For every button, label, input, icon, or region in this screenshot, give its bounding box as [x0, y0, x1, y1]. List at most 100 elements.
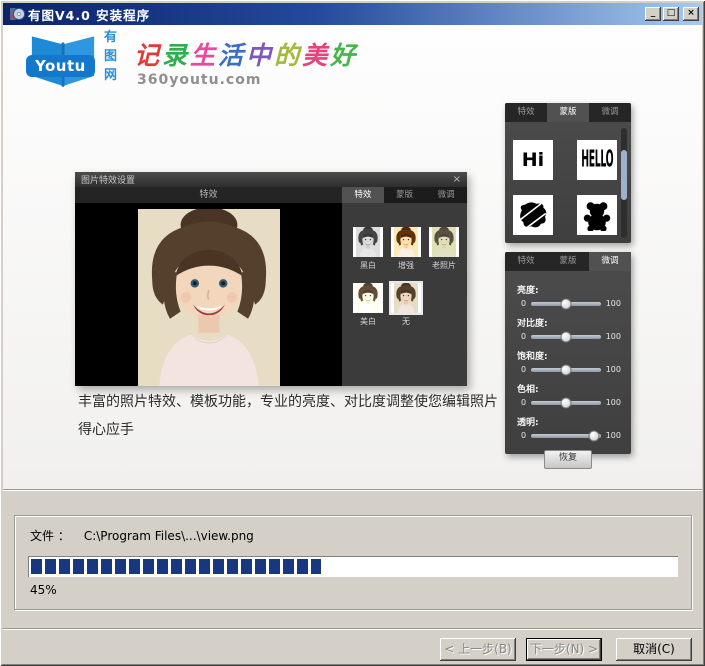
slogan-text: 记录生活中的美好 [134, 36, 358, 72]
close-button[interactable]: × [683, 7, 699, 21]
effect-preview [391, 283, 421, 313]
content-area: Youtu 有 图 网 记录生活中的美好 360youtu.com 图片特效设置… [3, 25, 702, 489]
adjust-panel-tabs: 特效 蒙版 微调 [505, 252, 631, 271]
slider-min: 0 [521, 431, 526, 440]
slider-max: 100 [606, 299, 621, 308]
slider-group-saturation: 饱和度: 0 100 [505, 349, 631, 374]
slider-max: 100 [606, 431, 621, 440]
slider-track [531, 434, 601, 438]
slider-max: 100 [606, 332, 621, 341]
window-titlebar: 有图V4.0 安装程序 _ □ × [3, 3, 702, 25]
slogan-char: 中 [246, 41, 274, 70]
slider-min: 0 [521, 365, 526, 374]
tab-masks: 蒙版 [384, 187, 426, 203]
effect-preview [429, 227, 459, 257]
scribble-icon [517, 199, 549, 231]
slider-track [531, 302, 601, 306]
header-logo: Youtu 有 图 网 记录生活中的美好 360youtu.com [30, 28, 330, 98]
tab-adjust: 微调 [425, 187, 467, 203]
tab-effects: 特效 [505, 252, 547, 271]
slogan-char: 的 [274, 41, 302, 70]
install-section: 文件 ：C:\Program Files\...\view.png 45% < … [3, 489, 702, 664]
sticker-tile-bear [577, 195, 617, 235]
mask-panel: 特效 蒙版 微调 Hi HELLO [505, 103, 631, 243]
effect-preview [353, 283, 383, 313]
effect-thumbnail: 黑白 [349, 227, 387, 271]
slider-label: 对比度: [517, 316, 631, 329]
tab-effects: 特效 [505, 103, 547, 122]
maximize-button[interactable]: □ [663, 7, 679, 21]
effect-thumbnail-label: 黑白 [349, 260, 387, 271]
mask-panel-tabs: 特效 蒙版 微调 [505, 103, 631, 122]
logo-wordmark: Youtu [26, 55, 95, 77]
app-icon [9, 6, 25, 22]
site-url: 360youtu.com [137, 72, 261, 88]
slogan-char: 生 [190, 41, 218, 70]
editor-tabs: 特效 蒙版 微调 [342, 187, 467, 203]
slider-thumb [560, 298, 571, 309]
progress-bar [28, 556, 678, 577]
editor-effects-panel: 黑白 增强 老照片 美白 [342, 203, 467, 386]
sticker-tile-scribble [513, 195, 553, 235]
slogan-char: 美 [302, 41, 330, 70]
slider-label: 亮度: [517, 283, 631, 296]
effect-thumbnail-label: 无 [387, 316, 425, 327]
slider-max: 100 [606, 365, 621, 374]
editor-title: 图片特效设置 [81, 173, 135, 186]
adjust-panel: 特效 蒙版 微调 亮度: 0 100 对比度: 0 [505, 252, 631, 454]
slider-max: 100 [606, 398, 621, 407]
progress-percent: 45% [30, 583, 57, 597]
section-divider [3, 628, 702, 629]
maximize-icon: □ [667, 8, 676, 18]
canvas-tab-header: 特效 [75, 187, 342, 203]
back-button[interactable]: < 上一步(B) [440, 638, 516, 661]
slider-label: 饱和度: [517, 349, 631, 362]
girl-photo [138, 209, 280, 386]
effect-preview [353, 227, 383, 257]
slogan-char: 活 [218, 41, 246, 70]
minimize-icon: _ [651, 8, 656, 18]
tab-masks: 蒙版 [547, 252, 589, 271]
slider-group-opacity: 透明: 0 100 [505, 415, 631, 440]
effect-thumbnail-label: 美白 [349, 316, 387, 327]
effect-thumbnail-label: 增强 [387, 260, 425, 271]
slider-group-hue: 色相: 0 100 [505, 382, 631, 407]
effect-thumbnail-selected: 无 [387, 283, 425, 327]
cancel-button[interactable]: 取消(C) [616, 638, 692, 661]
slider-label: 色相: [517, 382, 631, 395]
effect-thumbnail-label: 老照片 [425, 260, 463, 271]
feature-description: 丰富的照片特效、模板功能，专业的亮度、对比度调整使您编辑照片 得心应手 [78, 388, 508, 444]
tab-effects: 特效 [342, 187, 384, 203]
minimize-button[interactable]: _ [645, 7, 661, 21]
progress-groupbox: 文件 ：C:\Program Files\...\view.png 45% [14, 515, 692, 610]
close-icon: × [687, 8, 695, 18]
logo-vertical-text: 有 图 网 [104, 28, 117, 85]
next-button[interactable]: 下一步(N) > [526, 638, 602, 661]
sticker-tile-hi: Hi [513, 140, 553, 180]
window-title: 有图V4.0 安装程序 [28, 5, 150, 24]
tab-adjust: 微调 [589, 103, 631, 122]
slider-thumb [560, 331, 571, 342]
feature-screenshot-editor: 图片特效设置 × 特效 特效 蒙版 微调 [75, 172, 467, 386]
file-label: 文件 ： [30, 529, 70, 543]
editor-close-icon: × [453, 175, 461, 185]
slider-min: 0 [521, 299, 526, 308]
slider-thumb [560, 364, 571, 375]
slider-thumb [588, 430, 599, 441]
editor-titlebar: 图片特效设置 × [75, 172, 467, 187]
slogan-char: 录 [162, 41, 190, 70]
slider-group-brightness: 亮度: 0 100 [505, 283, 631, 308]
slider-label: 透明: [517, 415, 631, 428]
editor-header-row: 特效 特效 蒙版 微调 [75, 187, 467, 203]
scrollbar-thumb [621, 150, 627, 200]
effect-thumbnail: 增强 [387, 227, 425, 271]
effect-thumbnail: 美白 [349, 283, 387, 327]
tab-adjust: 微调 [589, 252, 631, 271]
slider-min: 0 [521, 332, 526, 341]
effect-thumbnail: 老照片 [425, 227, 463, 271]
installer-window: 有图V4.0 安装程序 _ □ × Youtu 有 图 网 记录生活中的美好 [0, 0, 705, 666]
progress-fill [31, 559, 321, 574]
editor-canvas [75, 203, 342, 386]
slider-group-contrast: 对比度: 0 100 [505, 316, 631, 341]
slider-thumb [560, 397, 571, 408]
